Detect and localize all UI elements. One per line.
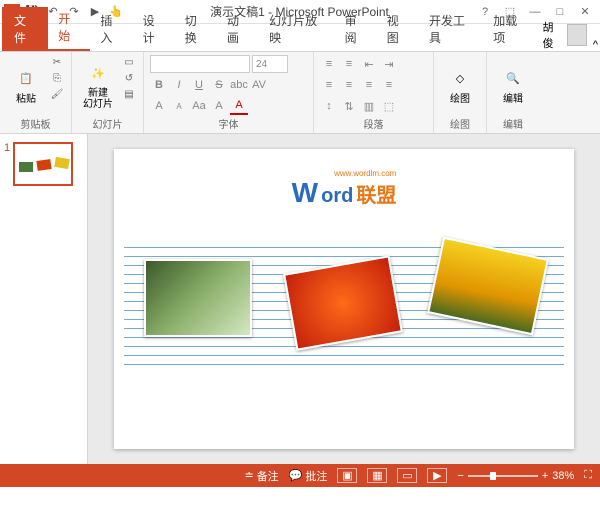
- bullets-icon[interactable]: ≡: [320, 55, 338, 73]
- group-paragraph: ≡ ≡ ⇤ ⇥ ≡ ≡ ≡ ≡ ↕ ⇅ ▥ ⬚ 段落: [314, 52, 434, 133]
- sorter-view-icon[interactable]: ▦: [367, 468, 387, 483]
- align-center-icon[interactable]: ≡: [340, 76, 358, 94]
- group-label: 幻灯片: [78, 115, 137, 131]
- numbering-icon[interactable]: ≡: [340, 55, 358, 73]
- clear-format-icon[interactable]: A: [210, 97, 228, 115]
- tab-home[interactable]: 开始: [48, 5, 90, 51]
- content-area: 1 W ord 联盟 www.wordlm.com: [0, 134, 600, 464]
- copy-icon[interactable]: ⎘: [49, 71, 65, 85]
- logo: W ord 联盟 www.wordlm.com: [292, 177, 397, 209]
- user-account[interactable]: 胡俊: [537, 19, 593, 51]
- zoom-in-icon[interactable]: +: [542, 470, 548, 482]
- group-label: 绘图: [440, 115, 480, 131]
- line-spacing-icon[interactable]: ↕: [320, 97, 338, 115]
- notes-button[interactable]: ≐备注: [244, 468, 278, 484]
- group-label: 剪贴板: [6, 115, 65, 131]
- comments-button[interactable]: 💬批注: [289, 468, 328, 484]
- ribbon-tabs: 文件 开始 插入 设计 切换 动画 幻灯片放映 审阅 视图 开发工具 加载项 胡…: [0, 24, 600, 52]
- indent-right-icon[interactable]: ⇥: [380, 55, 398, 73]
- slide-thumbnail-pane[interactable]: 1: [0, 134, 88, 464]
- photo-hydrangea[interactable]: [144, 259, 252, 337]
- justify-icon[interactable]: ≡: [380, 76, 398, 94]
- tab-file[interactable]: 文件: [2, 7, 48, 51]
- group-font: 24 B I U S abc AV A A Aa A A 字体: [144, 52, 314, 133]
- font-color-button[interactable]: A: [230, 97, 248, 115]
- draw-button[interactable]: ◇ 绘图: [440, 55, 480, 115]
- tab-review[interactable]: 审阅: [335, 7, 377, 51]
- group-label: 段落: [320, 115, 427, 131]
- slideshow-view-icon[interactable]: ▶: [427, 468, 447, 483]
- shapes-icon: ◇: [447, 66, 473, 92]
- indent-left-icon[interactable]: ⇤: [360, 55, 378, 73]
- align-right-icon[interactable]: ≡: [360, 76, 378, 94]
- italic-button[interactable]: I: [170, 76, 188, 94]
- section-icon[interactable]: ▤: [121, 87, 137, 101]
- underline-button[interactable]: U: [190, 76, 208, 94]
- paste-icon: 📋: [13, 66, 39, 92]
- tab-design[interactable]: 设计: [133, 7, 175, 51]
- new-slide-button[interactable]: ✨ 新建 幻灯片: [78, 55, 118, 115]
- ribbon: 📋 粘贴 ✂ ⎘ 🖌 剪贴板 ✨ 新建 幻灯片 ▭ ↺ ▤ 幻灯片: [0, 52, 600, 134]
- group-slides: ✨ 新建 幻灯片 ▭ ↺ ▤ 幻灯片: [72, 52, 144, 133]
- slide-number: 1: [4, 142, 10, 186]
- text-direction-icon[interactable]: ⇅: [340, 97, 358, 115]
- tab-view[interactable]: 视图: [377, 7, 419, 51]
- cut-icon[interactable]: ✂: [49, 55, 65, 69]
- tab-insert[interactable]: 插入: [90, 7, 132, 51]
- decrease-font-icon[interactable]: A: [170, 97, 188, 115]
- group-label: 字体: [150, 115, 307, 131]
- user-name: 胡俊: [543, 19, 563, 51]
- fit-window-icon[interactable]: ⛶: [584, 469, 592, 482]
- reading-view-icon[interactable]: ▭: [397, 468, 417, 483]
- status-bar: ≐备注 💬批注 ▣ ▦ ▭ ▶ − + 38% ⛶: [0, 464, 600, 487]
- group-drawing: ◇ 绘图 绘图: [434, 52, 487, 133]
- slide-canvas[interactable]: W ord 联盟 www.wordlm.com: [114, 149, 574, 449]
- columns-icon[interactable]: ▥: [360, 97, 378, 115]
- font-size-select[interactable]: 24: [252, 55, 288, 73]
- increase-font-icon[interactable]: A: [150, 97, 168, 115]
- strike-button[interactable]: S: [210, 76, 228, 94]
- layout-icon[interactable]: ▭: [121, 55, 137, 69]
- font-family-select[interactable]: [150, 55, 250, 73]
- tab-slideshow[interactable]: 幻灯片放映: [259, 7, 334, 51]
- reset-icon[interactable]: ↺: [121, 71, 137, 85]
- tab-transitions[interactable]: 切换: [175, 7, 217, 51]
- edit-button[interactable]: 🔍 编辑: [493, 55, 533, 115]
- find-icon: 🔍: [500, 66, 526, 92]
- group-label: 编辑: [493, 115, 533, 131]
- zoom-out-icon[interactable]: −: [457, 470, 463, 482]
- normal-view-icon[interactable]: ▣: [337, 468, 357, 483]
- align-left-icon[interactable]: ≡: [320, 76, 338, 94]
- tab-addins[interactable]: 加载项: [483, 7, 536, 51]
- slide-editor[interactable]: W ord 联盟 www.wordlm.com: [88, 134, 600, 464]
- collapse-ribbon-icon[interactable]: ^: [593, 39, 598, 51]
- group-clipboard: 📋 粘贴 ✂ ⎘ 🖌 剪贴板: [0, 52, 72, 133]
- smartart-icon[interactable]: ⬚: [380, 97, 398, 115]
- new-slide-icon: ✨: [85, 60, 111, 86]
- close-icon[interactable]: ✕: [574, 3, 596, 21]
- char-spacing-button[interactable]: AV: [250, 76, 268, 94]
- tab-developer[interactable]: 开发工具: [419, 7, 483, 51]
- zoom-level[interactable]: 38%: [552, 470, 574, 482]
- format-painter-icon[interactable]: 🖌: [49, 87, 65, 101]
- avatar-icon: [567, 24, 587, 46]
- change-case-button[interactable]: Aa: [190, 97, 208, 115]
- tab-animations[interactable]: 动画: [217, 7, 259, 51]
- maximize-icon[interactable]: □: [549, 3, 571, 21]
- zoom-control[interactable]: − + 38%: [457, 470, 574, 482]
- zoom-slider[interactable]: [468, 475, 538, 477]
- thumbnail-preview[interactable]: [13, 142, 73, 186]
- paste-button[interactable]: 📋 粘贴: [6, 55, 46, 115]
- slide-thumbnail[interactable]: 1: [4, 142, 83, 186]
- group-editing: 🔍 编辑 编辑: [487, 52, 539, 133]
- bold-button[interactable]: B: [150, 76, 168, 94]
- shadow-button[interactable]: abc: [230, 76, 248, 94]
